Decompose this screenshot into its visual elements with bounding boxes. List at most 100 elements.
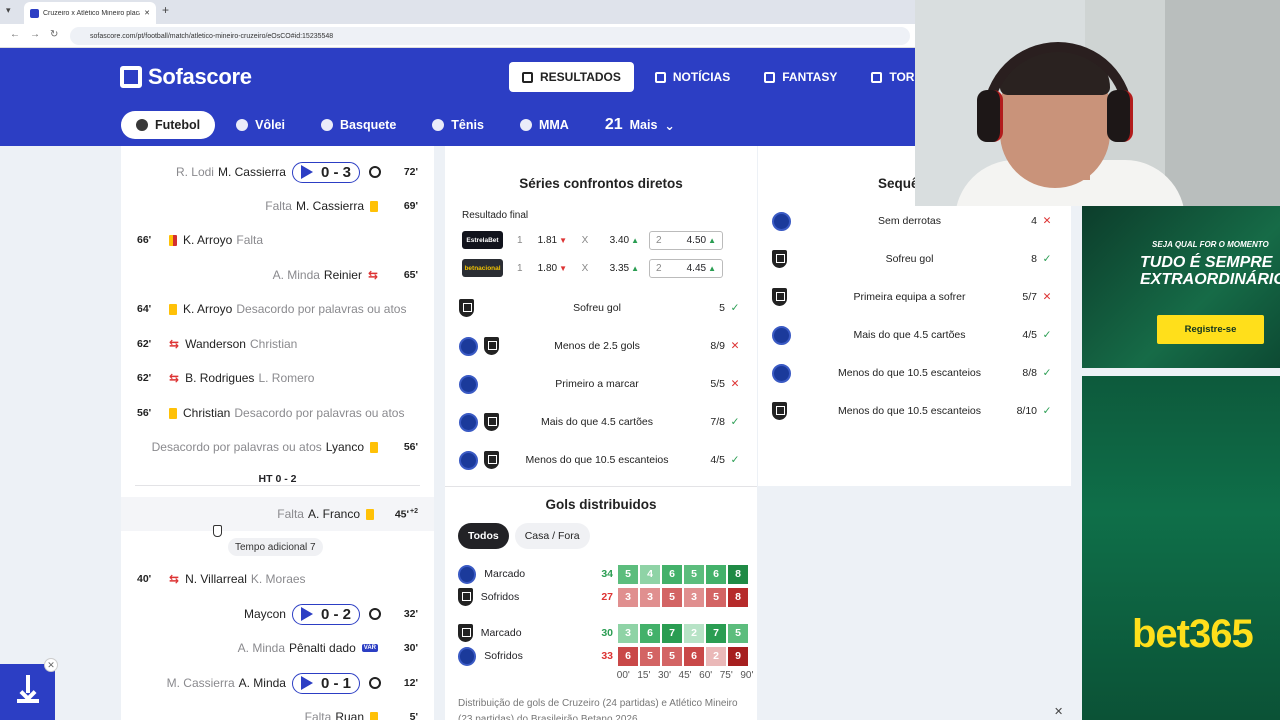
odd-away[interactable]: 2 4.45 ▲ xyxy=(649,258,723,278)
bookmaker-logo[interactable]: EstrelaBet xyxy=(462,231,503,249)
goal-dist-cell[interactable]: 3 xyxy=(618,623,638,643)
goal-dist-label: Sofridos xyxy=(484,650,523,662)
player-name[interactable]: A. Franco xyxy=(308,507,360,521)
goal-video-button[interactable]: 0 - 1 xyxy=(291,672,360,694)
nav-noticias[interactable]: NOTÍCIAS xyxy=(642,62,743,92)
stat-row[interactable]: Primeiro a marcar 5/5 ✕ xyxy=(459,372,745,396)
goal-video-button[interactable]: 0 - 3 xyxy=(291,161,360,183)
goal-dist-cell[interactable]: 8 xyxy=(728,587,748,607)
nav-fantasy[interactable]: FANTASY xyxy=(751,62,850,92)
sport-more[interactable]: 21 Mais ⌄ xyxy=(590,111,690,139)
goal-dist-cell[interactable]: 5 xyxy=(662,646,682,666)
stat-value: 7/8 xyxy=(710,416,725,428)
sport-tenis[interactable]: Tênis xyxy=(417,111,499,139)
ad-skyscraper[interactable]: bet365 xyxy=(1082,376,1280,720)
odd-away[interactable]: 2 4.50 ▲ xyxy=(649,230,723,250)
bookmaker-logo[interactable]: betnacional xyxy=(462,259,503,277)
download-app-button[interactable] xyxy=(0,664,55,720)
odd-home[interactable]: 1.80 ▼ xyxy=(531,263,567,274)
goal-dist-cell[interactable]: 6 xyxy=(684,646,704,666)
extra-time: +2 xyxy=(410,507,418,515)
tab-todos[interactable]: Todos xyxy=(458,523,509,549)
stat-row[interactable]: Menos do que 10.5 escanteios 4/5 ✓ xyxy=(459,448,745,472)
player-name[interactable]: N. Villarreal xyxy=(185,572,247,586)
back-icon[interactable]: ← xyxy=(10,29,20,40)
goal-dist-cell[interactable]: 5 xyxy=(728,623,748,643)
player-name[interactable]: Maycon xyxy=(244,607,286,621)
stat-row[interactable]: Menos do que 10.5 escanteios 8/8 ✓ xyxy=(772,361,1057,385)
url-field[interactable]: sofascore.com/pt/football/match/atletico… xyxy=(70,27,910,45)
sport-futebol[interactable]: Futebol xyxy=(121,111,216,139)
close-download-icon[interactable]: ✕ xyxy=(44,658,58,672)
goal-dist-cell[interactable]: 6 xyxy=(640,623,660,643)
stat-row[interactable]: Mais do que 4.5 cartões 7/8 ✓ xyxy=(459,410,745,434)
goal-dist-cell[interactable]: 6 xyxy=(618,646,638,666)
goal-dist-cell[interactable]: 9 xyxy=(728,646,748,666)
goal-dist-cell[interactable]: 7 xyxy=(706,623,726,643)
player-name[interactable]: M. Cassierra xyxy=(218,165,286,179)
goal-dist-total: 30 xyxy=(601,627,613,639)
odd-home[interactable]: 1.81 ▼ xyxy=(531,235,567,246)
goal-dist-cell[interactable]: 5 xyxy=(662,587,682,607)
nav-resultados[interactable]: RESULTADOS xyxy=(509,62,634,92)
goal-dist-cell[interactable]: 4 xyxy=(640,564,660,584)
goal-dist-cell[interactable]: 2 xyxy=(684,623,704,643)
goal-dist-cell[interactable]: 8 xyxy=(728,564,748,584)
stat-row[interactable]: Sem derrotas 4 ✕ xyxy=(772,209,1057,233)
goal-dist-cell[interactable]: 3 xyxy=(684,587,704,607)
goal-dist-cell[interactable]: 3 xyxy=(618,587,638,607)
check-icon: ✓ xyxy=(1042,405,1052,417)
sport-mma[interactable]: MMA xyxy=(505,111,584,139)
stat-row[interactable]: Mais do que 4.5 cartões 4/5 ✓ xyxy=(772,323,1057,347)
player-name[interactable]: B. Rodrigues xyxy=(185,371,254,385)
register-button[interactable]: Registre-se xyxy=(1157,315,1264,344)
goal-dist-cell[interactable]: 6 xyxy=(662,564,682,584)
goal-dist-cell[interactable]: 5 xyxy=(706,587,726,607)
sofascore-logo[interactable]: Sofascore xyxy=(120,64,252,90)
added-time-label: Tempo adicional 7 xyxy=(235,541,316,553)
ad-banner[interactable]: SEJA QUAL FOR O MOMENTO TUDO É SEMPRE EXT… xyxy=(1082,206,1280,368)
player-name[interactable]: K. Arroyo xyxy=(183,302,232,316)
player-name[interactable]: Lyanco xyxy=(326,440,364,454)
stat-row[interactable]: Menos do que 10.5 escanteios 8/10 ✓ xyxy=(772,399,1057,423)
stat-label: Sofreu gol xyxy=(885,253,934,265)
stat-row[interactable]: Menos de 2.5 gols 8/9 ✕ xyxy=(459,334,745,358)
goal-dist-cell[interactable]: 7 xyxy=(662,623,682,643)
tab-list-icon[interactable]: ▾ xyxy=(6,5,11,16)
cruzeiro-crest-icon xyxy=(459,374,478,394)
incident-label[interactable]: Pênalti dado xyxy=(289,641,356,655)
odd-draw[interactable]: 3.35 ▲ xyxy=(603,263,639,274)
goal-dist-cell[interactable]: 2 xyxy=(706,646,726,666)
sport-volei[interactable]: Vôlei xyxy=(221,111,300,139)
close-ad-icon[interactable]: ✕ xyxy=(1054,705,1063,718)
stat-row[interactable]: Sofreu gol 5 ✓ xyxy=(459,296,745,320)
check-icon: ✓ xyxy=(730,302,740,314)
goal-video-button[interactable]: 0 - 2 xyxy=(291,603,360,625)
player-name[interactable]: Reinier xyxy=(324,268,362,282)
new-tab-icon[interactable]: + xyxy=(162,3,169,17)
goal-dist-cell[interactable]: 5 xyxy=(684,564,704,584)
stat-row[interactable]: Sofreu gol 8 ✓ xyxy=(772,247,1057,271)
player-name[interactable]: Wanderson xyxy=(185,337,246,351)
nav-label: TORI xyxy=(889,70,915,84)
player-name[interactable]: A. Minda xyxy=(239,676,286,690)
news-icon xyxy=(654,71,666,83)
goal-dist-cell[interactable]: 5 xyxy=(618,564,638,584)
player-name[interactable]: K. Arroyo xyxy=(183,233,232,247)
reload-icon[interactable]: ↻ xyxy=(50,29,58,40)
nav-torneios[interactable]: TORI xyxy=(858,62,915,92)
tab-casa-fora[interactable]: Casa / Fora xyxy=(514,523,590,549)
time-axis-tick: 45' xyxy=(678,670,692,681)
stat-row[interactable]: Primeira equipa a sofrer 5/7 ✕ xyxy=(772,285,1057,309)
odd-draw[interactable]: 3.40 ▲ xyxy=(603,235,639,246)
close-tab-icon[interactable]: ✕ xyxy=(144,9,150,17)
browser-tab[interactable]: Cruzeiro x Atlético Mineiro placar ✕ xyxy=(24,2,156,24)
goal-dist-cell[interactable]: 6 xyxy=(706,564,726,584)
player-name[interactable]: Ruan xyxy=(335,710,364,720)
goal-dist-cell[interactable]: 5 xyxy=(640,646,660,666)
player-name[interactable]: M. Cassierra xyxy=(296,199,364,213)
player-name[interactable]: Christian xyxy=(183,406,230,420)
forward-icon[interactable]: → xyxy=(30,29,40,40)
sport-basquete[interactable]: Basquete xyxy=(306,111,411,139)
goal-dist-cell[interactable]: 3 xyxy=(640,587,660,607)
